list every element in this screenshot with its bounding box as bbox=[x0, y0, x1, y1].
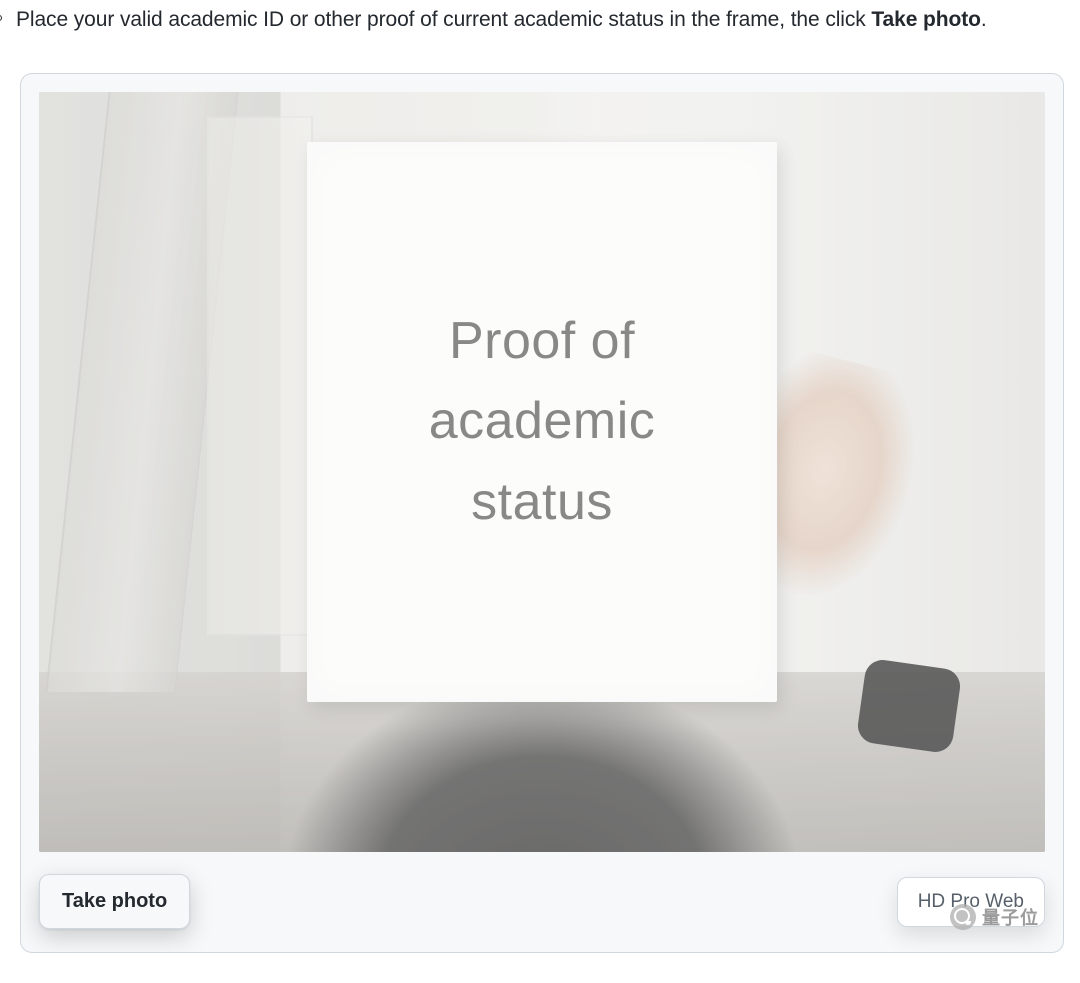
camera-device-name: HD Pro Web bbox=[918, 891, 1024, 913]
instruction-list-item: Place your valid academic ID or other pr… bbox=[0, 0, 1080, 37]
paper-line-1: Proof of bbox=[449, 312, 635, 370]
paper-sign-text: Proof of academic status bbox=[429, 301, 656, 543]
take-photo-button[interactable]: Take photo bbox=[39, 874, 190, 929]
paper-line-2: academic bbox=[429, 392, 656, 450]
camera-device-selector[interactable]: HD Pro Web bbox=[897, 877, 1045, 927]
bullet-icon bbox=[0, 15, 2, 21]
webcam-preview-frame: Proof of academic status bbox=[39, 92, 1045, 852]
instruction-text: Place your valid academic ID or other pr… bbox=[16, 4, 987, 37]
camera-capture-card: Proof of academic status Take photo HD P… bbox=[20, 73, 1064, 953]
proof-paper-sign: Proof of academic status bbox=[307, 142, 777, 702]
scene-smartwatch bbox=[856, 657, 963, 754]
instruction-bold: Take photo bbox=[871, 8, 980, 31]
instruction-suffix: . bbox=[981, 8, 987, 31]
instruction-prefix: Place your valid academic ID or other pr… bbox=[16, 8, 871, 31]
camera-controls-row: Take photo HD Pro Web bbox=[39, 866, 1045, 938]
paper-line-3: status bbox=[471, 473, 613, 531]
